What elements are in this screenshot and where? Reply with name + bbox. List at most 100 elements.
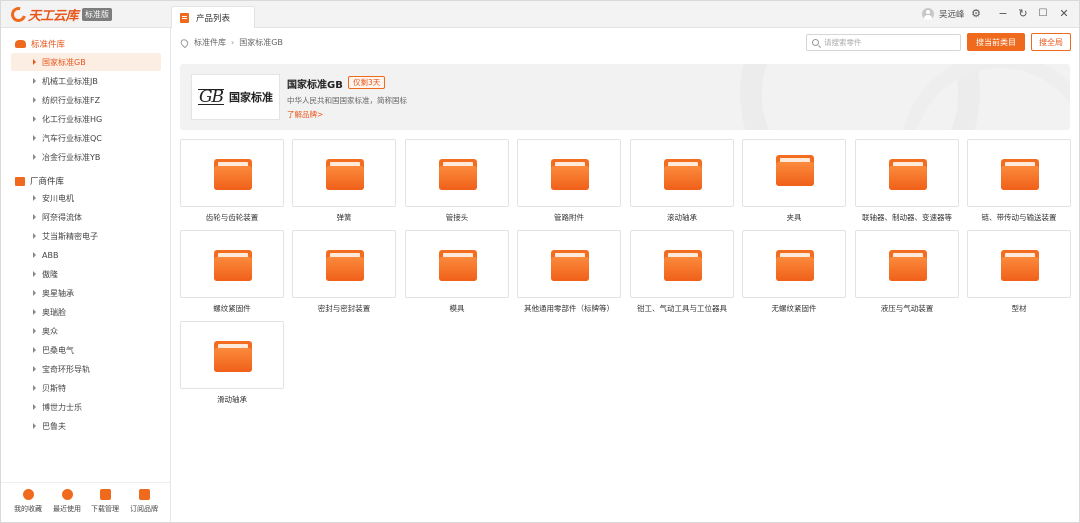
logo-icon — [8, 4, 29, 25]
edition-badge: 标准版 — [82, 8, 113, 21]
category-card[interactable]: 管接头 — [405, 139, 509, 227]
sidebar-item-vendor[interactable]: 艾当斯精密电子 — [11, 227, 161, 245]
tab-label: 产品列表 — [196, 13, 231, 24]
caret-right-icon — [33, 404, 36, 410]
category-tile[interactable] — [292, 230, 396, 298]
brand-title: 国家标准GB — [287, 80, 343, 91]
caret-right-icon — [33, 271, 36, 277]
sidebar-item-jb[interactable]: 机械工业标准JB — [11, 72, 161, 90]
category-tile[interactable] — [180, 139, 284, 207]
category-card[interactable]: 无螺纹紧固件 — [742, 230, 846, 318]
folder-icon — [1001, 159, 1039, 190]
category-tile[interactable] — [517, 230, 621, 298]
tab-product-list[interactable]: 产品列表 — [171, 6, 255, 28]
category-tile[interactable] — [630, 230, 734, 298]
sidebar-item-vendor[interactable]: 奥星轴承 — [11, 284, 161, 302]
category-label: 滑动轴承 — [217, 395, 247, 404]
search-box[interactable] — [806, 34, 961, 51]
category-card[interactable]: 螺纹紧固件 — [180, 230, 284, 318]
category-tile[interactable] — [967, 230, 1071, 298]
title-bar: 天工云库 标准版 产品列表 吴远峰 ⚙ − ↻ ☐ ✕ — [1, 1, 1079, 28]
sidebar-item-vendor[interactable]: 贝斯特 — [11, 379, 161, 397]
folder-icon — [776, 155, 814, 186]
sidebar-item-vendor[interactable]: 傲隆 — [11, 265, 161, 283]
avatar-icon — [922, 8, 934, 20]
category-card[interactable]: 联轴器、制动器、变速器等 — [855, 139, 959, 227]
group-vendor-parts[interactable]: 厂商件库 — [15, 175, 64, 187]
folder-icon — [551, 159, 589, 190]
category-tile[interactable] — [742, 230, 846, 298]
sidebar-item-qc[interactable]: 汽车行业标准QC — [11, 129, 161, 147]
group-title: 厂商件库 — [30, 177, 65, 187]
category-card[interactable]: 液压与气动装置 — [855, 230, 959, 318]
main-content: 标准件库 › 国家标准GB 搜当前类目 搜全局 GB 国家标准 国家标准GB 仅… — [171, 28, 1079, 522]
category-tile[interactable] — [292, 139, 396, 207]
sidebar-item-label: 阿奈得流体 — [42, 212, 82, 222]
breadcrumb-item[interactable]: 标准件库 — [194, 37, 226, 48]
sidebar-item-vendor[interactable]: 安川电机 — [11, 189, 161, 207]
sidebar-item-vendor[interactable]: 宝奇环形导轨 — [11, 360, 161, 378]
category-card[interactable]: 弹簧 — [292, 139, 396, 227]
category-card[interactable]: 管路附件 — [517, 139, 621, 227]
category-label: 液压与气动装置 — [880, 304, 934, 313]
sidebar-item-vendor[interactable]: 博世力士乐 — [11, 398, 161, 416]
sidebar-item-vendor[interactable]: 巴桑电气 — [11, 341, 161, 359]
category-card[interactable]: 链、带传动与输送装置 — [967, 139, 1071, 227]
category-tile[interactable] — [855, 139, 959, 207]
subscribe-brand-button[interactable]: 订阅品牌 — [124, 489, 164, 514]
caret-right-icon — [33, 97, 36, 103]
sidebar-item-fz[interactable]: 纺织行业标准FZ — [11, 91, 161, 109]
minimize-icon[interactable]: − — [996, 7, 1010, 21]
category-card[interactable]: 齿轮与齿轮装置 — [180, 139, 284, 227]
search-input[interactable] — [824, 38, 954, 47]
sidebar-item-vendor[interactable]: ABB — [11, 246, 161, 264]
folder-icon — [214, 159, 252, 190]
sidebar-item-hg[interactable]: 化工行业标准HG — [11, 110, 161, 128]
folder-icon — [1001, 250, 1039, 281]
user-menu[interactable]: 吴远峰 — [922, 8, 965, 20]
category-card[interactable]: 其他通用零部件（标牌等） — [517, 230, 621, 318]
refresh-icon[interactable]: ↻ — [1016, 7, 1030, 21]
category-card[interactable]: 型材 — [967, 230, 1071, 318]
category-tile[interactable] — [517, 139, 621, 207]
category-tile[interactable] — [855, 230, 959, 298]
folder-icon — [664, 159, 702, 190]
category-label: 螺纹紧固件 — [213, 304, 251, 313]
sidebar-item-vendor[interactable]: 奥瑞脸 — [11, 303, 161, 321]
group-standard-parts[interactable]: 标准件库 — [15, 38, 65, 50]
category-tile[interactable] — [742, 139, 846, 207]
search-all-button[interactable]: 搜全局 — [1031, 33, 1071, 51]
category-card[interactable]: 模具 — [405, 230, 509, 318]
category-label: 管接头 — [445, 213, 469, 222]
category-card[interactable]: 钳工、气动工具与工位器具 — [630, 230, 734, 318]
settings-icon[interactable]: ⚙ — [969, 7, 983, 21]
cloud-icon — [15, 40, 26, 48]
category-card[interactable]: 密封与密封装置 — [292, 230, 396, 318]
close-icon[interactable]: ✕ — [1057, 7, 1071, 21]
folder-icon — [776, 250, 814, 281]
search-current-category-button[interactable]: 搜当前类目 — [967, 33, 1025, 51]
category-tile[interactable] — [180, 321, 284, 389]
downloads-button[interactable]: 下载管理 — [85, 489, 125, 514]
category-tile[interactable] — [180, 230, 284, 298]
category-card[interactable]: 夹具 — [742, 139, 846, 227]
sidebar-item-gb[interactable]: 国家标准GB — [11, 53, 161, 71]
caret-right-icon — [33, 385, 36, 391]
sidebar-item-vendor[interactable]: 巴鲁夫 — [11, 417, 161, 435]
recent-button[interactable]: 最近使用 — [47, 489, 87, 514]
category-tile[interactable] — [967, 139, 1071, 207]
folder-icon — [214, 250, 252, 281]
category-tile[interactable] — [630, 139, 734, 207]
learn-brand-link[interactable]: 了解品牌> — [287, 109, 323, 120]
maximize-icon[interactable]: ☐ — [1036, 7, 1050, 21]
category-card[interactable]: 滑动轴承 — [180, 321, 284, 409]
category-tile[interactable] — [405, 230, 509, 298]
folder-icon — [439, 250, 477, 281]
sidebar-item-label: 汽车行业标准QC — [42, 133, 102, 143]
favorites-button[interactable]: 我的收藏 — [8, 489, 48, 514]
sidebar-item-vendor[interactable]: 奥众 — [11, 322, 161, 340]
category-tile[interactable] — [405, 139, 509, 207]
category-card[interactable]: 滚动轴承 — [630, 139, 734, 227]
sidebar-item-vendor[interactable]: 阿奈得流体 — [11, 208, 161, 226]
sidebar-item-yb[interactable]: 冶金行业标准YB — [11, 148, 161, 166]
